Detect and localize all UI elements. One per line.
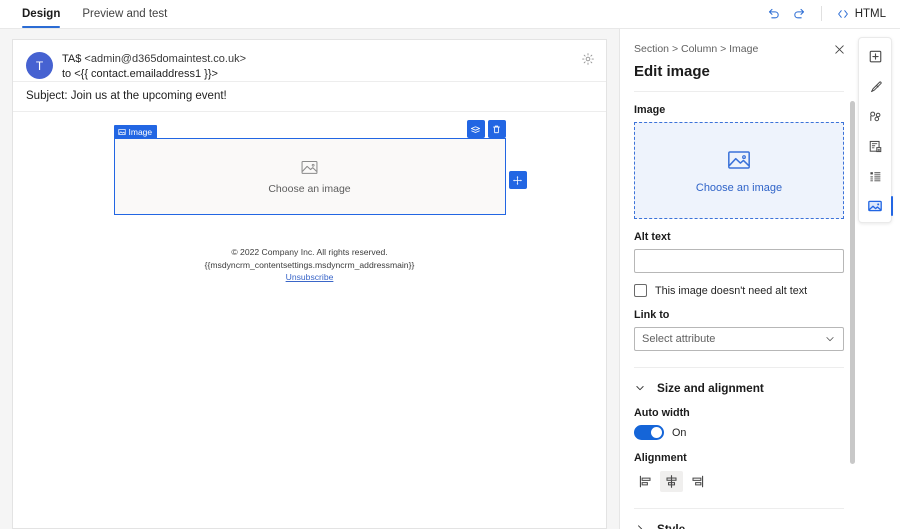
html-view-label: HTML [855, 8, 886, 20]
no-alt-text-checkbox-row[interactable]: This image doesn't need alt text [634, 284, 844, 297]
alignment-label: Alignment [634, 452, 844, 464]
email-from-address: <admin@d365domaintest.co.uk> [84, 53, 246, 65]
email-footer: © 2022 Company Inc. All rights reserved.… [13, 215, 606, 284]
tab-preview-and-test-label: Preview and test [82, 8, 167, 20]
email-from-line: TA$ <admin@d365domaintest.co.uk> [62, 52, 246, 67]
move-handle-icon[interactable] [509, 171, 527, 189]
email-preview-card: T TA$ <admin@d365domaintest.co.uk> to <{… [12, 39, 607, 529]
chevron-down-icon [824, 333, 836, 345]
email-body: Image [13, 112, 606, 284]
personalization-icon[interactable] [862, 105, 888, 127]
redo-icon[interactable] [792, 6, 807, 21]
image-dropzone[interactable]: Choose an image [634, 122, 844, 219]
email-designer-app: Design Preview and test [0, 0, 900, 529]
auto-width-toggle-row: On [634, 425, 844, 440]
alt-text-label: Alt text [634, 231, 844, 243]
alt-text-input[interactable] [634, 249, 844, 273]
theme-brush-icon[interactable] [862, 75, 888, 97]
unsubscribe-link[interactable]: Unsubscribe [286, 272, 334, 282]
image-icon [118, 128, 126, 136]
auto-width-label: Auto width [634, 407, 844, 419]
gear-icon[interactable] [581, 52, 595, 71]
email-from-name: TA$ [62, 53, 81, 65]
image-block-wrapper: Image [114, 138, 506, 215]
block-action-toolbar [467, 120, 506, 138]
alignment-section: Alignment [620, 440, 858, 509]
panel-scrollbar[interactable] [850, 101, 855, 464]
link-to-selected-value: Select attribute [642, 333, 715, 345]
style-title: Style [657, 522, 685, 529]
undo-icon[interactable] [766, 6, 781, 21]
tool-rail [858, 37, 892, 223]
size-and-alignment-accordion[interactable]: Size and alignment [620, 368, 858, 395]
email-from-lines: TA$ <admin@d365domaintest.co.uk> to <{{ … [62, 51, 246, 81]
link-to-section: Link to Select attribute [620, 297, 858, 368]
block-type-label: Image [129, 127, 153, 137]
html-view-button[interactable]: HTML [836, 7, 886, 21]
auto-width-toggle[interactable] [634, 425, 664, 440]
duplicate-icon[interactable] [467, 120, 485, 138]
align-left-button[interactable] [634, 471, 657, 492]
image-placeholder-label: Choose an image [268, 183, 350, 195]
chevron-right-icon [634, 523, 646, 529]
email-subject: Subject: Join us at the upcoming event! [13, 82, 606, 112]
trash-icon[interactable] [488, 120, 506, 138]
code-icon [836, 7, 850, 21]
block-type-tag: Image [114, 125, 158, 138]
footer-address-token: {{msdyncrm_contentsettings.msdyncrm_addr… [13, 259, 606, 272]
avatar: T [26, 52, 53, 79]
editor-tabs: Design Preview and test [0, 0, 167, 28]
breadcrumb[interactable]: Section > Column > Image [634, 43, 844, 55]
top-command-bar: Design Preview and test [0, 0, 900, 29]
design-canvas: T TA$ <admin@d365domaintest.co.uk> to <{… [0, 29, 619, 529]
email-header: T TA$ <admin@d365domaintest.co.uk> to <{… [13, 40, 606, 82]
link-to-label: Link to [634, 309, 844, 321]
footer-copyright: © 2022 Company Inc. All rights reserved. [13, 246, 606, 259]
image-placeholder-icon [300, 158, 319, 177]
size-and-alignment-title: Size and alignment [657, 381, 764, 395]
tab-preview-and-test[interactable]: Preview and test [82, 0, 167, 28]
auto-width-section: Auto width On [620, 395, 858, 440]
close-icon[interactable] [833, 43, 846, 61]
top-bar-actions: HTML [766, 0, 900, 28]
alt-text-section: Alt text This image doesn't need alt tex… [620, 219, 858, 297]
tab-design-label: Design [22, 8, 60, 20]
no-alt-text-label: This image doesn't need alt text [655, 285, 807, 297]
properties-panel-content: Section > Column > Image Edit image Imag… [620, 29, 858, 529]
image-field-label: Image [634, 104, 844, 116]
brand-assets-icon[interactable] [862, 135, 888, 157]
toolbar-divider [821, 6, 822, 21]
avatar-initial: T [36, 59, 43, 73]
layout-content-icon[interactable] [862, 165, 888, 187]
tab-design[interactable]: Design [22, 0, 60, 28]
email-to-line: to <{{ contact.emailaddress1 }}> [62, 67, 246, 82]
image-dropzone-label: Choose an image [696, 182, 782, 194]
header-divider [634, 91, 844, 92]
alignment-button-group [634, 471, 844, 492]
no-alt-text-checkbox[interactable] [634, 284, 647, 297]
image-properties-icon[interactable] [862, 195, 888, 217]
add-element-icon[interactable] [862, 45, 888, 67]
align-right-button[interactable] [686, 471, 709, 492]
toggle-knob [651, 427, 662, 438]
image-placeholder-icon [726, 147, 752, 173]
link-to-select[interactable]: Select attribute [634, 327, 844, 351]
properties-panel: Section > Column > Image Edit image Imag… [619, 29, 858, 529]
image-source-section: Image Choose an image [620, 92, 858, 219]
image-placeholder-block[interactable]: Choose an image [114, 138, 506, 215]
chevron-down-icon [634, 382, 646, 394]
page-title: Edit image [634, 63, 844, 80]
style-accordion[interactable]: Style [620, 509, 858, 529]
align-center-button[interactable] [660, 471, 683, 492]
auto-width-state-label: On [672, 427, 686, 439]
panel-header: Section > Column > Image Edit image [620, 29, 858, 92]
email-from-row: T TA$ <admin@d365domaintest.co.uk> to <{… [26, 51, 593, 81]
